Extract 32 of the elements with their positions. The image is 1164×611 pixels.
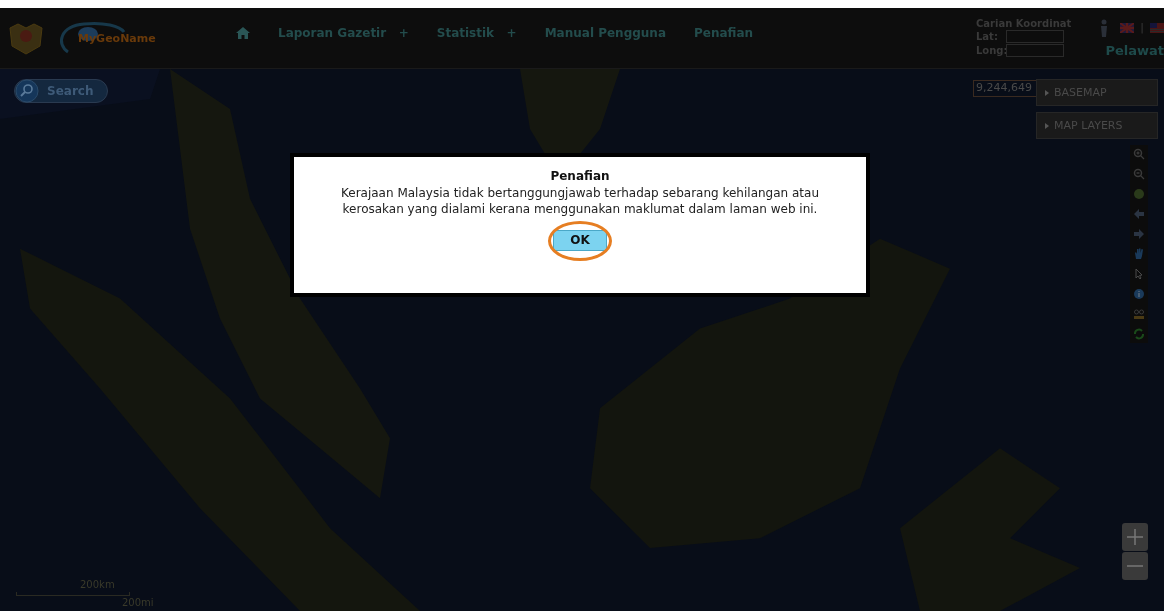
home-icon[interactable] <box>236 27 250 39</box>
logo-text[interactable]: MyGeoName <box>78 32 156 45</box>
pointer-icon[interactable] <box>1133 268 1145 280</box>
search-icon <box>15 79 39 103</box>
caret-icon <box>1045 122 1049 129</box>
globe-icon[interactable] <box>1133 188 1145 200</box>
dialog-title: Penafian <box>550 169 610 183</box>
refresh-icon[interactable] <box>1133 328 1145 340</box>
hand-icon[interactable] <box>1133 248 1145 260</box>
nav-link[interactable]: Manual Pengguna <box>544 26 666 40</box>
caret-icon <box>1045 89 1049 96</box>
left-arrow-icon[interactable] <box>1133 208 1145 220</box>
longitude-field[interactable] <box>1006 43 1064 57</box>
uk-flag-icon[interactable] <box>1120 22 1135 33</box>
search-button[interactable]: Search <box>14 79 109 103</box>
latitude-field[interactable] <box>1006 29 1064 43</box>
malaysia-flag-icon[interactable] <box>1150 22 1164 33</box>
dialog-message: Kerajaan Malaysia tidak bertanggungjawab terhadap sebarang kehilangan atau kerosakan yang dialami kerana menggunakan maklumat dalam laman web ini. <box>340 185 820 217</box>
ok-button[interactable]: OK <box>553 229 607 251</box>
info-icon[interactable] <box>1133 288 1145 300</box>
measure-icon[interactable] <box>1133 308 1145 320</box>
zoom-in-button[interactable] <box>1122 523 1148 551</box>
nav-link[interactable]: Statistik + <box>436 26 517 40</box>
zoom-out-icon[interactable] <box>1133 168 1145 180</box>
zoom-out-button[interactable] <box>1122 552 1148 580</box>
nav-link[interactable]: Penafian <box>694 26 754 40</box>
nav-link[interactable]: Laporan Gazetir + <box>278 26 409 40</box>
user-name[interactable]: Pelawat <box>1105 42 1164 58</box>
language-separator: | <box>1140 21 1144 34</box>
right-arrow-icon[interactable] <box>1133 228 1145 240</box>
zoom-in-icon[interactable] <box>1133 148 1145 160</box>
person-icon <box>1100 18 1109 37</box>
